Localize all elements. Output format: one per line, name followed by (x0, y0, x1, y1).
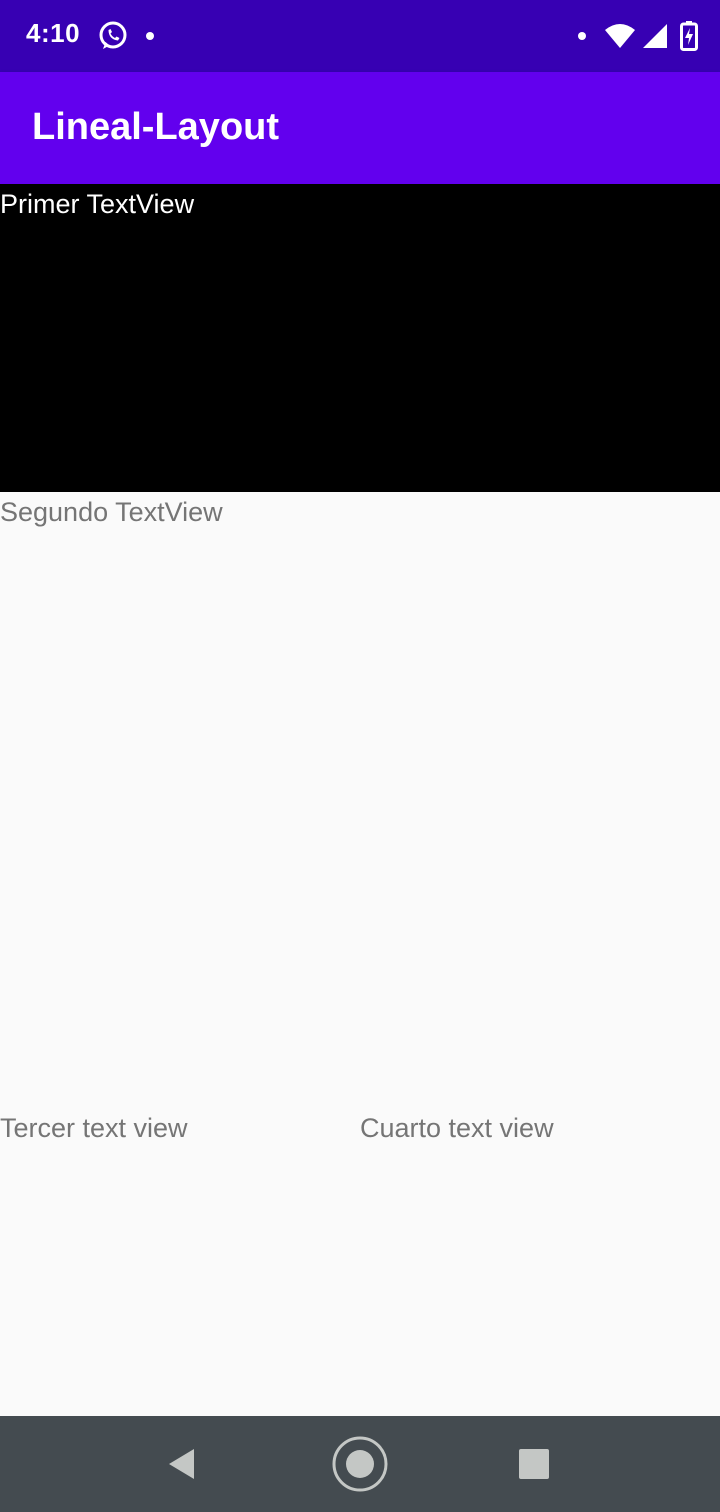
notification-dot-icon (578, 32, 586, 40)
app-bar: Lineal-Layout (0, 72, 720, 184)
notification-dot-icon (146, 32, 154, 40)
first-textview: Primer TextView (0, 184, 720, 492)
navigation-bar (0, 1416, 720, 1512)
status-right-icons (578, 20, 698, 52)
wifi-icon (604, 22, 636, 50)
recents-icon (519, 1449, 549, 1479)
fourth-textview-label: Cuarto text view (360, 1113, 554, 1143)
home-button[interactable] (330, 1434, 390, 1494)
fourth-textview: Cuarto text view (360, 1108, 720, 1416)
second-textview-label: Segundo TextView (0, 497, 223, 527)
first-textview-label: Primer TextView (0, 189, 195, 219)
back-icon (166, 1447, 198, 1481)
whatsapp-icon (96, 19, 130, 53)
second-textview: Segundo TextView (0, 492, 720, 1108)
recents-button[interactable] (504, 1434, 564, 1494)
status-left-icons (96, 20, 154, 52)
third-textview-label: Tercer text view (0, 1113, 188, 1143)
back-button[interactable] (152, 1434, 212, 1494)
app-title: Lineal-Layout (32, 106, 280, 148)
cell-signal-icon (642, 23, 668, 49)
status-time: 4:10 (26, 18, 81, 48)
app-screen: 4:10 Lineal-Layout Primer TextView Segun… (0, 0, 720, 1512)
home-icon (331, 1435, 389, 1493)
status-bar: 4:10 (0, 0, 720, 72)
battery-charging-icon (680, 21, 698, 51)
third-textview: Tercer text view (0, 1108, 360, 1416)
